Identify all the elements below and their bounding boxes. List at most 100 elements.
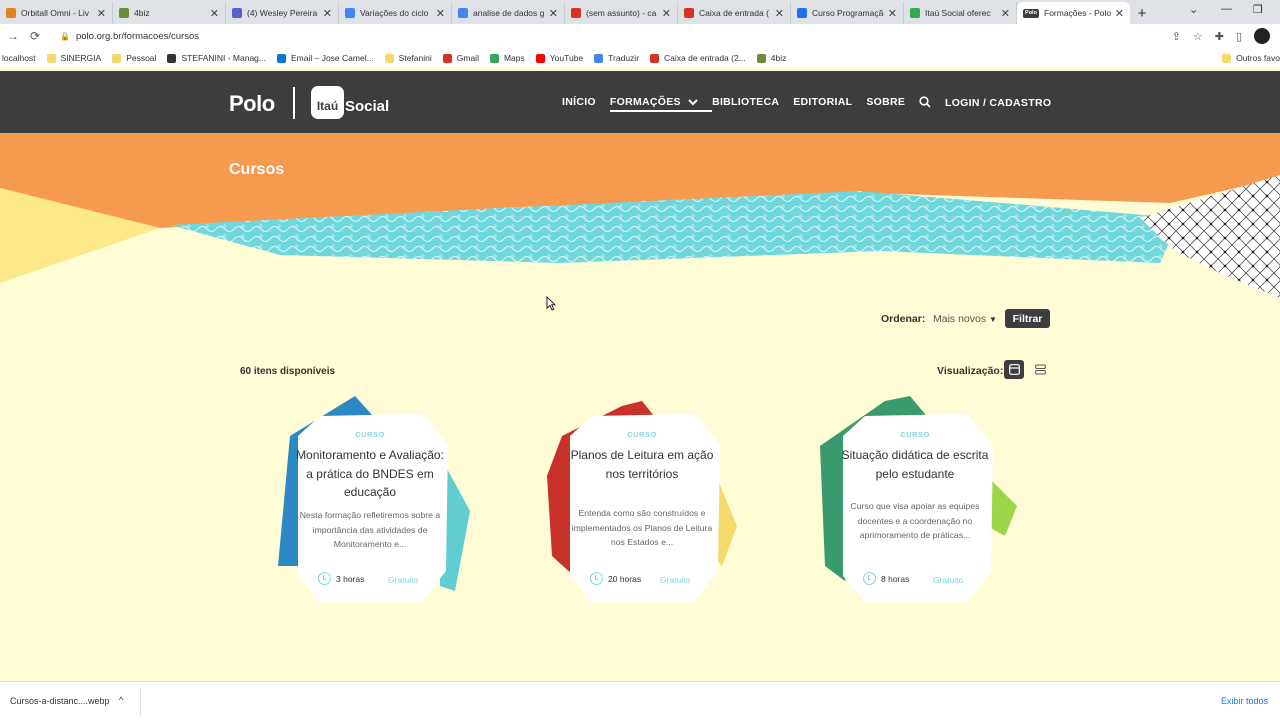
download-item[interactable]: Cursos-a-distanc....webp bbox=[10, 696, 110, 706]
items-count: 60 itens disponíveis bbox=[240, 366, 336, 377]
browser-tab[interactable]: Itaú Social oferec ✕ bbox=[904, 2, 1017, 24]
clock-icon bbox=[590, 572, 603, 585]
tab-title: Orbitall Omni - Liv bbox=[21, 8, 90, 18]
nav-formacoes[interactable]: FORMAÇÕES bbox=[609, 96, 713, 112]
bookmark-icon bbox=[167, 53, 177, 63]
bookmark-icon bbox=[594, 53, 604, 63]
bookmarks-bar: localhost SINERGIA Pessoal STEFANINI - Mana… bbox=[0, 48, 1280, 68]
tab-title: Itaú Social oferec bbox=[925, 8, 991, 18]
bookmark-star-icon[interactable]: ☆ bbox=[1193, 30, 1203, 43]
card-description: Curso que visa apoiar as equipes docente… bbox=[850, 501, 980, 540]
show-all-downloads[interactable]: Exibir todos bbox=[1221, 696, 1268, 706]
bookmark-label: Stefanini bbox=[398, 53, 432, 63]
search-icon[interactable] bbox=[919, 96, 931, 108]
share-icon[interactable]: ⇪ bbox=[1172, 30, 1181, 43]
tab-title: 4biz bbox=[134, 8, 150, 18]
bookmark-item[interactable]: localhost bbox=[2, 53, 36, 63]
filter-button[interactable]: Filtrar bbox=[1005, 309, 1050, 328]
bookmark-item[interactable]: STEFANINI - Manag... bbox=[167, 53, 266, 63]
tab-close-icon[interactable]: ✕ bbox=[549, 7, 558, 20]
bookmark-icon bbox=[489, 53, 499, 63]
logo-polo[interactable]: Polo bbox=[229, 91, 275, 117]
forward-icon[interactable]: → bbox=[2, 29, 24, 43]
tab-title: analise de dados g bbox=[473, 8, 545, 18]
login-link[interactable]: LOGIN / CADASTRO bbox=[945, 97, 1051, 109]
page-title: Cursos bbox=[229, 161, 285, 178]
course-card[interactable]: CURSO Planos de Leitura em ação nos terr… bbox=[542, 396, 742, 606]
tab-favicon-icon bbox=[345, 8, 355, 18]
sort-select[interactable]: Mais novos ▼ bbox=[933, 313, 997, 325]
bookmark-icon bbox=[650, 53, 660, 63]
tab-close-icon[interactable]: ✕ bbox=[436, 7, 445, 20]
minimize-icon[interactable]: — bbox=[1221, 3, 1232, 15]
grid-view-button[interactable] bbox=[1004, 360, 1024, 379]
bookmark-item[interactable]: Maps bbox=[489, 53, 525, 63]
card-title[interactable]: Planos de Leitura em ação nos território… bbox=[568, 446, 716, 483]
reload-icon[interactable]: ⟳ bbox=[24, 29, 46, 43]
logo-social[interactable]: Social bbox=[345, 98, 389, 115]
bookmark-item[interactable]: Gmail bbox=[442, 53, 479, 63]
logo-itau[interactable]: Itaú bbox=[311, 86, 344, 119]
bookmark-item[interactable]: Email – Jose Camel... bbox=[277, 53, 374, 63]
tab-close-icon[interactable]: ✕ bbox=[323, 7, 332, 20]
clock-icon bbox=[318, 572, 331, 585]
bookmark-item[interactable]: SINERGIA bbox=[46, 53, 101, 63]
browser-tab[interactable]: Polo Formações - Polo ✕ bbox=[1017, 2, 1130, 24]
nav-inicio[interactable]: INÍCIO bbox=[562, 96, 596, 108]
tab-close-icon[interactable]: ✕ bbox=[1001, 7, 1010, 20]
new-tab-button[interactable]: + bbox=[1130, 2, 1154, 24]
tab-close-icon[interactable]: ✕ bbox=[97, 7, 106, 20]
browser-tab[interactable]: (4) Wesley Pereira ✕ bbox=[226, 2, 339, 24]
browser-tab[interactable]: Curso Programação ✕ bbox=[791, 2, 904, 24]
card-description: Entenda como são construídos e implement… bbox=[571, 508, 713, 547]
folder-icon bbox=[1222, 53, 1232, 63]
card-kind: CURSO bbox=[355, 430, 385, 439]
browser-tab[interactable]: 4biz ✕ bbox=[113, 2, 226, 24]
card-hours: 3 horas bbox=[336, 574, 365, 584]
bookmark-label: YouTube bbox=[549, 53, 584, 63]
tab-title: (4) Wesley Pereira bbox=[247, 8, 318, 18]
restore-icon[interactable]: ❐ bbox=[1253, 3, 1263, 16]
course-card[interactable]: CURSO Situação didática de escrita pelo … bbox=[815, 396, 1017, 606]
browser-tab[interactable]: Caixa de entrada ( ✕ bbox=[678, 2, 791, 24]
bookmark-label: Caixa de entrada (2... bbox=[664, 53, 746, 63]
nav-editorial[interactable]: EDITORIAL bbox=[793, 96, 852, 108]
bookmark-item[interactable]: 4biz bbox=[756, 53, 786, 63]
tab-close-icon[interactable]: ✕ bbox=[1115, 7, 1124, 20]
nav-biblioteca[interactable]: BIBLIOTECA bbox=[712, 96, 779, 108]
chevron-up-icon[interactable]: ^ bbox=[119, 695, 123, 705]
extensions-icon[interactable]: ✚ bbox=[1215, 30, 1224, 43]
other-bookmarks[interactable]: Outros favo bbox=[1222, 53, 1280, 63]
browser-tab[interactable]: Variações do ciclo ✕ bbox=[339, 2, 452, 24]
card-title[interactable]: Situação didática de escrita pelo estuda… bbox=[841, 446, 989, 483]
browser-tab[interactable]: analise de dados g ✕ bbox=[452, 2, 565, 24]
tab-title: Caixa de entrada ( bbox=[699, 8, 769, 18]
chevron-down-icon bbox=[688, 99, 698, 106]
main-nav: INÍCIO FORMAÇÕES BIBLIOTECA EDITORIAL SO… bbox=[562, 96, 931, 112]
browser-tab[interactable]: (sem assunto) - ca ✕ bbox=[565, 2, 678, 24]
bookmark-item[interactable]: YouTube bbox=[535, 53, 584, 63]
bookmark-item[interactable]: Traduzir bbox=[594, 53, 639, 63]
list-view-button[interactable] bbox=[1030, 360, 1050, 379]
logo-divider bbox=[293, 87, 295, 119]
tab-favicon-icon bbox=[232, 8, 242, 18]
course-card[interactable]: CURSO Monitoramento e Avaliação: a práti… bbox=[270, 396, 470, 606]
tab-close-icon[interactable]: ✕ bbox=[888, 7, 897, 20]
bookmark-item[interactable]: Pessoal bbox=[112, 53, 156, 63]
tab-close-icon[interactable]: ✕ bbox=[662, 7, 671, 20]
tab-close-icon[interactable]: ✕ bbox=[775, 7, 784, 20]
nav-sobre[interactable]: SOBRE bbox=[866, 96, 905, 108]
browser-tab[interactable]: Orbitall Omni - Liv ✕ bbox=[0, 2, 113, 24]
bookmark-item[interactable]: Stefanini bbox=[384, 53, 432, 63]
sidepanel-icon[interactable]: ▯ bbox=[1236, 30, 1242, 43]
card-price: Gratuito bbox=[388, 575, 419, 585]
tab-close-icon[interactable]: ✕ bbox=[210, 7, 219, 20]
card-title[interactable]: Monitoramento e Avaliação: a prática do … bbox=[296, 446, 444, 502]
bookmark-label: Gmail bbox=[456, 53, 479, 63]
tab-search-icon[interactable]: ⌄ bbox=[1189, 3, 1198, 16]
url-field[interactable]: 🔒 polo.org.br/formacoes/cursos bbox=[60, 31, 199, 42]
bookmark-icon bbox=[112, 53, 122, 63]
bookmark-item[interactable]: Caixa de entrada (2... bbox=[650, 53, 746, 63]
profile-avatar[interactable] bbox=[1254, 28, 1270, 44]
sort-select-value: Mais novos bbox=[933, 313, 987, 325]
